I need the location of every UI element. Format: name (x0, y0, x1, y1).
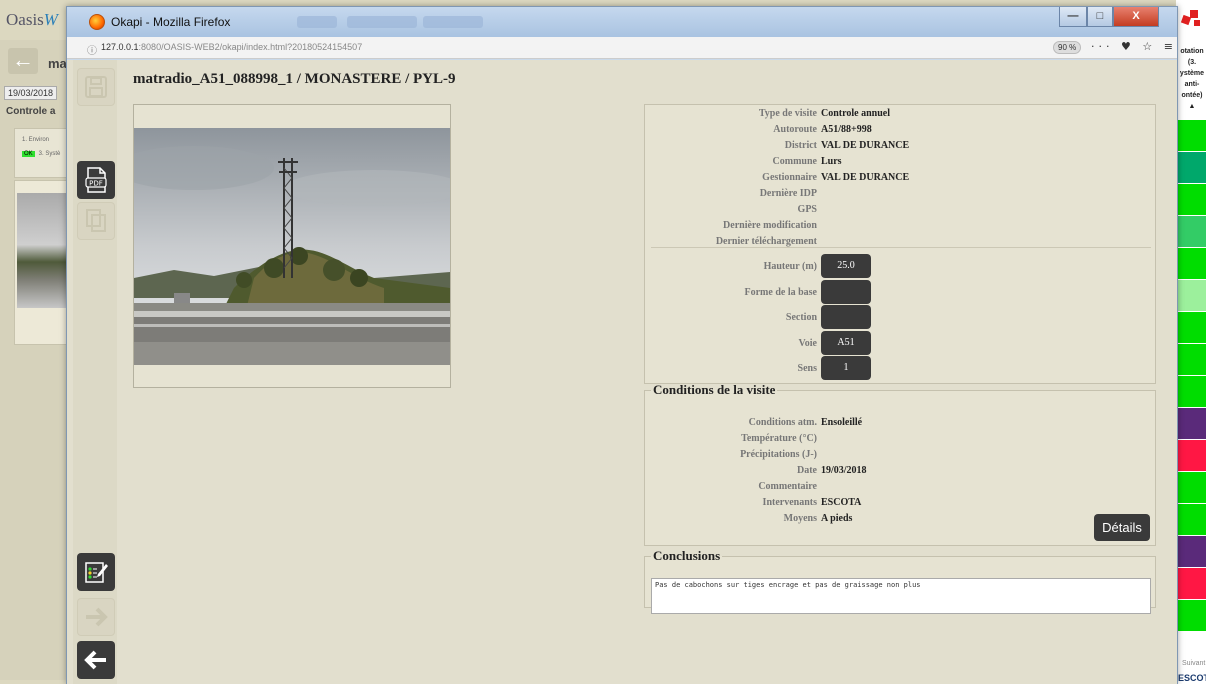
field-gestionnaire: Gestionnaire VAL DE DURANCE (762, 172, 910, 183)
status-strip-segment (1176, 248, 1206, 279)
photo-frame (133, 104, 451, 388)
tab-title: Okapi - Mozilla Firefox (111, 15, 231, 29)
background-right-text: otation (3. ystème anti- ontée) ▲ (1179, 48, 1205, 110)
field-district: District VAL DE DURANCE (784, 140, 910, 151)
field-autoroute: Autoroute A51/88+998 (773, 124, 872, 135)
background-suivant: Suivant (1182, 660, 1206, 667)
save-icon (85, 76, 107, 98)
firefox-window: Okapi - Mozilla Firefox — □ X ⓘ 127.0.0.… (66, 6, 1178, 684)
conditions-legend: Conditions de la visite (653, 382, 776, 397)
taskbar-blur (423, 16, 483, 28)
voie-value[interactable]: A51 (821, 331, 871, 355)
cond-precipitations: Précipitations (J-) (740, 449, 817, 460)
taskbar-blur (347, 16, 417, 28)
status-strip-segment (1176, 568, 1206, 599)
status-strip-segment (1176, 120, 1206, 151)
field-commune: Commune Lurs (772, 156, 842, 167)
status-strip-segment (1176, 312, 1206, 343)
detail-voie: Voie A51 (645, 331, 1157, 355)
background-env-item: 1. Environ (22, 137, 50, 143)
detail-sens: Sens 1 (645, 356, 1157, 380)
status-strip-segment (1176, 536, 1206, 567)
copy-button[interactable] (77, 202, 115, 240)
taskbar-blur (297, 16, 337, 28)
detail-forme-base: Forme de la base (645, 280, 1157, 304)
background-escota: ESCOTA (1178, 673, 1206, 683)
detail-hauteur: Hauteur (m) 25.0 (645, 254, 1157, 278)
browser-tab[interactable]: Okapi - Mozilla Firefox (83, 10, 240, 34)
details-button[interactable]: Détails (1094, 514, 1150, 541)
arrow-right-icon (86, 607, 108, 627)
site-photo[interactable] (134, 128, 450, 365)
info-icon[interactable]: ⓘ (87, 42, 97, 57)
title-bar: Okapi - Mozilla Firefox — □ X (67, 7, 1177, 37)
detail-section: Section (645, 305, 1157, 329)
cond-temperature: Température (°C) (741, 433, 817, 444)
background-thumbnail (14, 180, 70, 345)
sens-value[interactable]: 1 (821, 356, 871, 380)
field-dernier-telechargement: Dernier téléchargement (715, 236, 817, 247)
background-back-arrow-icon[interactable]: ← (8, 48, 38, 74)
info-panel: Type de visite Controle annuel Autoroute A… (644, 104, 1156, 384)
status-strip-segment (1176, 184, 1206, 215)
maximize-button[interactable]: □ (1087, 7, 1113, 27)
background-partial-title: ma (48, 56, 67, 71)
sidebar: PDF (73, 60, 117, 684)
status-strip-segment (1176, 376, 1206, 407)
section-value[interactable] (821, 305, 871, 329)
cond-atm: Conditions atm. Ensoleillé (748, 417, 863, 428)
save-button[interactable] (77, 68, 115, 106)
close-button[interactable]: X (1113, 7, 1159, 27)
svg-text:PDF: PDF (89, 180, 103, 188)
status-strip-segment (1176, 504, 1206, 535)
zoom-indicator[interactable]: 90 % (1053, 41, 1082, 54)
field-derniere-idp: Dernière IDP (759, 188, 817, 199)
background-date: 19/03/2018 (4, 86, 58, 100)
status-strip-segment (1176, 216, 1206, 247)
checklist-edit-icon (85, 562, 108, 583)
field-derniere-modification: Dernière modification (723, 220, 817, 231)
next-button[interactable] (77, 598, 115, 636)
conclusions-legend: Conclusions (653, 548, 721, 563)
firefox-logo-icon (89, 14, 105, 30)
status-strip-segment (1176, 280, 1206, 311)
toolbar-icons[interactable]: ··· ♥ ☆ ≡ (1091, 40, 1177, 53)
back-button[interactable] (77, 641, 115, 679)
minimize-button[interactable]: — (1059, 7, 1087, 27)
address-bar[interactable]: ⓘ 127.0.0.1:8080/OASIS-WEB2/okapi/index.… (67, 37, 1177, 59)
background-brand-logo (1178, 8, 1204, 32)
conclusions-fieldset: Conclusions Pas de cabochons sur tiges e… (644, 548, 1156, 614)
pdf-button[interactable]: PDF (77, 161, 115, 199)
background-system-item: OK 3. Systè (22, 151, 61, 157)
url-text[interactable]: 127.0.0.1:8080/OASIS-WEB2/okapi/index.ht… (101, 42, 362, 52)
cond-moyens: Moyens A pieds (783, 513, 853, 524)
conditions-fieldset: Conditions de la visite Conditions atm. E… (644, 382, 1156, 546)
divider (651, 247, 1151, 248)
pdf-icon: PDF (85, 167, 107, 193)
page-title: matradio_A51_088998_1 / MONASTERE / PYL-… (133, 71, 456, 87)
copy-icon (86, 209, 106, 232)
status-strip-segment (1176, 472, 1206, 503)
status-strip-segment (1176, 600, 1206, 631)
field-gps: GPS (797, 204, 817, 215)
pylon-photo (134, 128, 450, 365)
cond-date: Date 19/03/2018 (797, 465, 867, 476)
status-strip-segment (1176, 344, 1206, 375)
conclusions-textarea[interactable]: Pas de cabochons sur tiges encrage et pa… (651, 578, 1151, 614)
hauteur-value[interactable]: 25.0 (821, 254, 871, 278)
status-strip-segment (1176, 152, 1206, 183)
edit-checklist-button[interactable] (77, 553, 115, 591)
background-logo: OasisW (6, 10, 58, 29)
field-type-visite: Type de visite Controle annuel (758, 108, 890, 119)
ok-badge: OK (22, 151, 35, 157)
page-content: PDF matradio_A51_088998_1 / MONASTERE / … (67, 60, 1177, 684)
cond-intervenants: Intervenants ESCOTA (762, 497, 862, 508)
status-strip-segment (1176, 440, 1206, 471)
background-controle: Controle a (6, 106, 56, 117)
arrow-left-icon (84, 650, 106, 670)
status-strip-segment (1176, 408, 1206, 439)
cond-commentaire: Commentaire (758, 481, 817, 492)
forme-base-value[interactable] (821, 280, 871, 304)
